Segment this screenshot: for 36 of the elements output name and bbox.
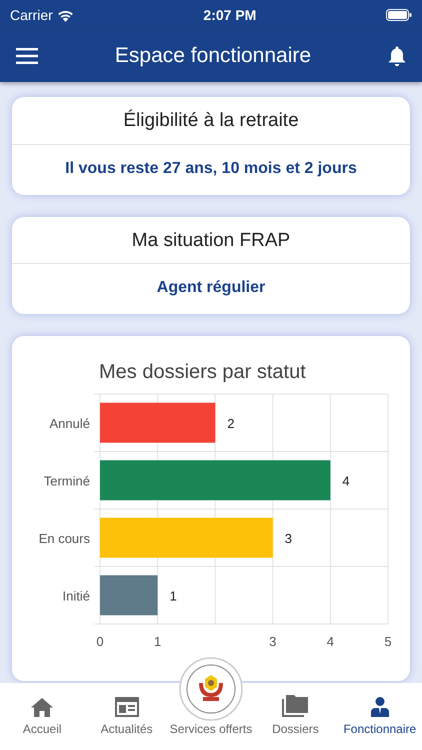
person-icon — [368, 697, 391, 717]
menu-icon[interactable] — [16, 48, 38, 64]
emblem-logo[interactable] — [179, 657, 243, 721]
axis-tick-label: 1 — [154, 634, 162, 649]
category-label: En cours — [38, 530, 90, 546]
data-label: 4 — [342, 473, 350, 488]
chart-bar — [100, 575, 158, 616]
tab-item[interactable]: Accueil — [0, 698, 84, 738]
category-label: Annulé — [50, 416, 90, 431]
data-label: 3 — [284, 530, 292, 546]
tab-item[interactable]: Services offerts — [168, 720, 254, 738]
data-label: 1 — [170, 588, 177, 604]
axis-tick-label: 3 — [269, 634, 276, 649]
wifi-icon — [56, 8, 74, 22]
card-title: Ma situation FRAP — [12, 216, 410, 264]
tab-item[interactable]: Fonctionnaire — [338, 697, 422, 738]
newspaper-icon — [114, 697, 139, 717]
folder-icon — [282, 695, 308, 717]
tab-item[interactable]: Dossiers — [253, 695, 338, 738]
card-value: Il vous reste 27 ans, 10 mois et 2 jours — [64, 158, 358, 178]
home-icon — [31, 698, 54, 717]
battery-icon — [386, 9, 412, 21]
status-time: 2:07 PM — [203, 6, 256, 24]
category-label: Terminé — [44, 473, 90, 488]
notification-bell-icon[interactable] — [388, 46, 406, 66]
card-value: Agent régulier — [156, 278, 266, 298]
data-label: 2 — [227, 416, 234, 431]
page-title: Espace fonctionnaire — [114, 43, 312, 70]
axis-tick-label: 4 — [326, 634, 334, 649]
axis-tick-label: 5 — [384, 634, 392, 649]
carrier-name: Carrier — [10, 6, 53, 24]
tab-item[interactable]: Actualités — [84, 697, 169, 738]
axis-tick-label: 0 — [96, 634, 104, 649]
card-title: Éligibilité à la retraite — [12, 97, 410, 144]
chart-title: Mes dossiers par statut — [99, 361, 306, 383]
category-label: Initié — [62, 588, 90, 604]
